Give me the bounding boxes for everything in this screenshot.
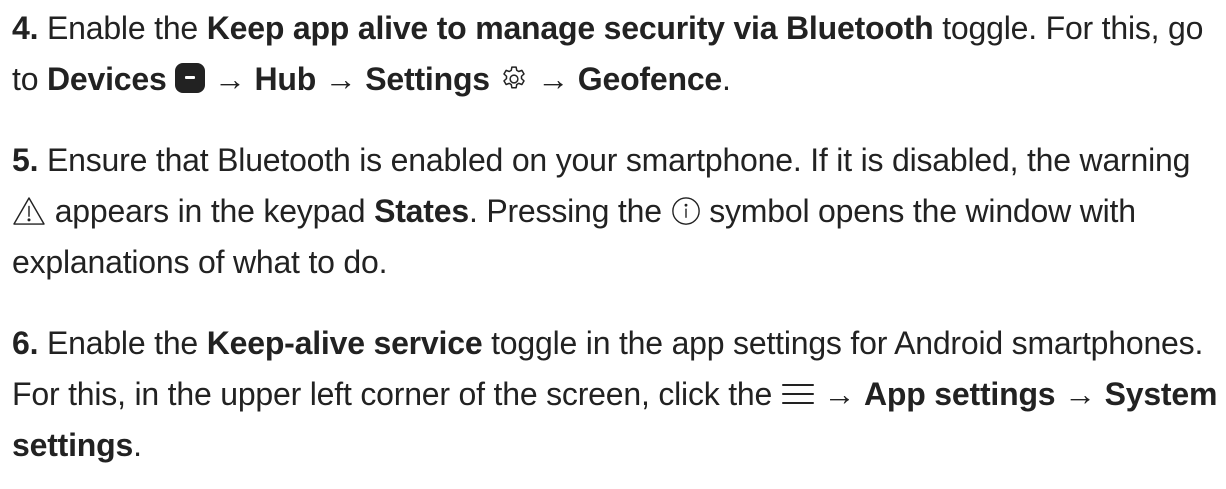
step-number: 6. <box>12 325 39 361</box>
instruction-steps: 4. Enable the Keep app alive to manage s… <box>12 0 1222 471</box>
arrow-separator: → <box>528 61 578 97</box>
step-4: 4. Enable the Keep app alive to manage s… <box>12 0 1222 105</box>
warning-triangle-icon <box>12 196 46 226</box>
menu-path-settings: Settings <box>365 61 490 97</box>
arrow-separator: → <box>1055 376 1105 412</box>
step-text: Enable the <box>47 325 207 361</box>
step-text: . <box>722 61 731 97</box>
step-number: 5. <box>12 142 39 178</box>
step-6: 6. Enable the Keep-alive service toggle … <box>12 318 1222 471</box>
step-5: 5. Ensure that Bluetooth is enabled on y… <box>12 135 1222 288</box>
gear-icon <box>499 64 529 94</box>
info-circle-icon <box>671 196 701 226</box>
toggle-name: Keep app alive to manage security via Bl… <box>206 10 934 46</box>
step-text: Ensure that Bluetooth is enabled on your… <box>47 142 1191 178</box>
step-text: appears in the keypad <box>46 193 375 229</box>
hub-device-icon <box>175 62 206 93</box>
menu-path-app-settings: App settings <box>864 376 1056 412</box>
menu-path-devices: Devices <box>46 61 167 97</box>
step-text: . <box>133 427 142 463</box>
toggle-name: Keep-alive service <box>206 325 483 361</box>
arrow-separator: → <box>316 61 366 97</box>
hamburger-menu-icon <box>781 381 815 407</box>
arrow-separator: → <box>205 61 255 97</box>
step-number: 4. <box>12 10 39 46</box>
menu-path-geofence: Geofence <box>577 61 723 97</box>
keypad-states-label: States <box>374 193 469 229</box>
step-text: Enable the <box>47 10 207 46</box>
step-text: . Pressing the <box>468 193 671 229</box>
menu-path-hub: Hub <box>254 61 317 97</box>
arrow-separator: → <box>814 376 865 412</box>
